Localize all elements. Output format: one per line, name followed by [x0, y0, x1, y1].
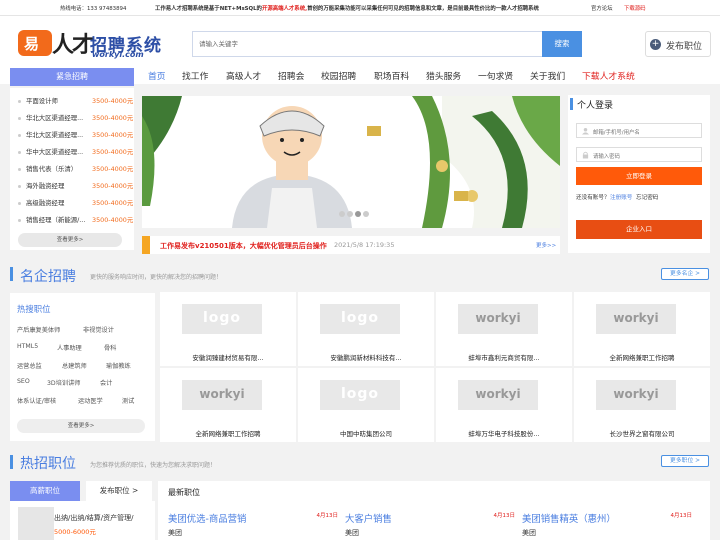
urgent-job-list: 平面设计师 3500-4000元 华北大区渠道经理... 3500-4000元 华北… — [10, 88, 134, 250]
search-button[interactable]: 搜索 — [542, 31, 582, 57]
company-card[interactable]: logo 中国中昉集团公司 — [298, 368, 434, 442]
featured-job-card[interactable]: 出纳/出纳/结算/资产管理/ 5000-6000元 — [10, 501, 155, 540]
hot-tag[interactable]: SEO — [17, 378, 30, 385]
plus-circle-icon: + — [650, 39, 661, 50]
featured-job-title: 出纳/出纳/结算/资产管理/ — [54, 514, 134, 522]
nav-download[interactable]: 下载人才系统 — [582, 69, 635, 82]
job-thumbnail — [18, 507, 54, 540]
urgent-more-button[interactable]: 查看更多> — [18, 233, 122, 247]
enterprise-entrance-button[interactable]: 企业入口 — [576, 220, 702, 239]
username-field[interactable]: 邮箱/手机号/用户名 — [576, 123, 702, 138]
no-account-text: 还没有账号？ — [576, 195, 610, 201]
company-card[interactable]: logo 安徽鹏润新材料科技有... — [298, 292, 434, 366]
company-logo: logo — [320, 380, 400, 410]
tab-high-salary[interactable]: 高薪职位 — [10, 481, 80, 501]
hot-tag[interactable]: 瑜伽教练 — [106, 361, 131, 370]
hot-search-title: 热搜职位 — [17, 304, 51, 314]
hotline-text: 热线电话：133 97483894 — [60, 6, 127, 12]
post-job-label: 发布职位 — [666, 42, 703, 52]
hot-tag[interactable]: 运营总监 — [17, 361, 42, 370]
company-card[interactable]: workyi 蚌埠市鑫利元商贸有限... — [436, 292, 572, 366]
famous-section-subtitle: 更快的服务响应时间，更快的解决您的招聘问题！ — [90, 274, 223, 281]
hot-tag[interactable]: 测试 — [122, 396, 134, 405]
famous-section-title: 名企招聘 — [20, 269, 76, 285]
hot-positions-subtitle: 为您推荐优质的职位，快速为您解决求职问题！ — [90, 462, 217, 469]
news-time: 2021/5/8 17:19:35 — [334, 241, 395, 249]
company-logo: workyi — [458, 304, 538, 334]
hot-tag[interactable]: 3D培训讲师 — [47, 378, 80, 387]
nav-campus[interactable]: 校园招聘 — [321, 69, 356, 82]
forgot-password-link[interactable]: 忘记密码 — [636, 193, 658, 201]
hot-tag[interactable]: HTML5 — [17, 343, 38, 350]
logo-rencai: 人才 — [52, 32, 94, 58]
top-bar: 热线电话：133 97483894 工作易人才招聘系统是基于NET+MsSQL的… — [0, 0, 720, 16]
hot-tag[interactable]: 运动医学 — [78, 396, 103, 405]
intro-text: 工作易人才招聘系统是基于NET+MsSQL的开源高端人才系统,首创的万能采集功能… — [155, 6, 539, 12]
urgent-job-item[interactable]: 华中大区渠道经理... 3500-4000元 — [10, 143, 134, 160]
hot-positions-title: 热招职位 — [20, 456, 76, 472]
urgent-tab[interactable]: 紧急招聘 — [10, 68, 134, 86]
more-companies-button[interactable]: 更多名企 > — [661, 268, 709, 280]
company-card[interactable]: workyi 长沙世界之窗有限公司 — [574, 368, 710, 442]
hot-tag[interactable]: 人事助理 — [57, 343, 82, 352]
urgent-job-item[interactable]: 高级融资经理 3500-4000元 — [10, 194, 134, 211]
latest-jobs-panel: 最新职位 美团优选-商品营销 4月13日 美团 大客户销售 4月13日 美团 美团销售精… — [158, 481, 710, 540]
company-logo: workyi — [182, 380, 262, 410]
company-card[interactable]: workyi 全新网络兼职工作招聘 — [160, 368, 296, 442]
register-link[interactable]: 注册账号 — [610, 193, 632, 201]
nav-find-job[interactable]: 找工作 — [182, 69, 208, 82]
company-logo: workyi — [458, 380, 538, 410]
featured-job-salary: 5000-6000元 — [54, 528, 96, 536]
password-field[interactable]: 请输入密码 — [576, 147, 702, 162]
nav-wiki[interactable]: 职场百科 — [374, 69, 409, 82]
forum-link[interactable]: 官方论坛 — [591, 4, 613, 12]
hot-more-button[interactable]: 查看更多> — [17, 419, 145, 433]
nav-about[interactable]: 关于我们 — [530, 69, 565, 82]
company-logo: logo — [320, 304, 400, 334]
login-panel: 个人登录 邮箱/手机号/用户名 请输入密码 立即登录 还没有账号？ 注册账号 忘… — [568, 95, 710, 253]
nav-job-fair[interactable]: 招聘会 — [278, 69, 304, 82]
hot-tag[interactable]: 产后康复美体师 — [17, 325, 60, 334]
latest-jobs-title: 最新职位 — [168, 488, 200, 497]
nav-one-sentence[interactable]: 一句求贤 — [478, 69, 513, 82]
company-card[interactable]: workyi 蚌埠万华电子科技股份... — [436, 368, 572, 442]
company-card[interactable]: logo 安徽润臻建材贸易有限... — [160, 292, 296, 366]
logo-mark[interactable]: 易 — [18, 30, 52, 56]
download-link[interactable]: 下载源码 — [624, 4, 646, 12]
company-logo: logo — [182, 304, 262, 334]
hot-tag[interactable]: 总建筑师 — [62, 361, 87, 370]
hot-tag[interactable]: 体系认证/审核 — [17, 396, 56, 405]
login-title: 个人登录 — [577, 101, 614, 111]
urgent-job-item[interactable]: 华北大区渠道经理... 3500-4000元 — [10, 109, 134, 126]
tab-post-job[interactable]: 发布职位 > — [86, 481, 152, 501]
hot-tag[interactable]: 会计 — [100, 378, 112, 387]
news-ticker[interactable]: 工作易发布v210501版本，大幅优化管理员后台操作 2021/5/8 17:1… — [142, 236, 560, 254]
search-input[interactable]: 请输入关键字 — [192, 31, 542, 57]
urgent-job-item[interactable]: 华北大区渠道经理... 3500-4000元 — [10, 126, 134, 143]
banner-carousel[interactable] — [142, 96, 560, 228]
lock-icon — [582, 151, 589, 159]
news-tag-icon — [142, 236, 150, 254]
news-more-link[interactable]: 更多>> — [536, 241, 556, 249]
login-button[interactable]: 立即登录 — [576, 167, 702, 185]
urgent-job-item[interactable]: 销售经理（新能源/... 3500-4000元 — [10, 211, 134, 228]
post-job-button[interactable]: + 发布职位 — [645, 31, 711, 57]
hot-tag[interactable]: 骨科 — [104, 343, 116, 352]
hot-tag[interactable]: 非视觉设计 — [83, 325, 114, 334]
more-positions-button[interactable]: 更多职位 > — [661, 455, 709, 467]
user-icon — [582, 127, 589, 135]
company-logo: workyi — [596, 380, 676, 410]
banner-illustration — [142, 96, 560, 228]
urgent-job-item[interactable]: 海外融资经理 3500-4000元 — [10, 177, 134, 194]
news-title[interactable]: 工作易发布v210501版本，大幅优化管理员后台操作 — [160, 241, 327, 251]
company-card[interactable]: workyi 全新网络兼职工作招聘 — [574, 292, 710, 366]
nav-headhunter[interactable]: 猎头服务 — [426, 69, 461, 82]
urgent-job-item[interactable]: 销售代表（乐清） 3500-4000元 — [10, 160, 134, 177]
logo-url: workyi.com — [92, 50, 144, 59]
nav-senior-talent[interactable]: 高级人才 — [226, 69, 261, 82]
company-logo: workyi — [596, 304, 676, 334]
nav-home[interactable]: 首页 — [148, 69, 166, 82]
urgent-job-item[interactable]: 平面设计师 3500-4000元 — [10, 92, 134, 109]
